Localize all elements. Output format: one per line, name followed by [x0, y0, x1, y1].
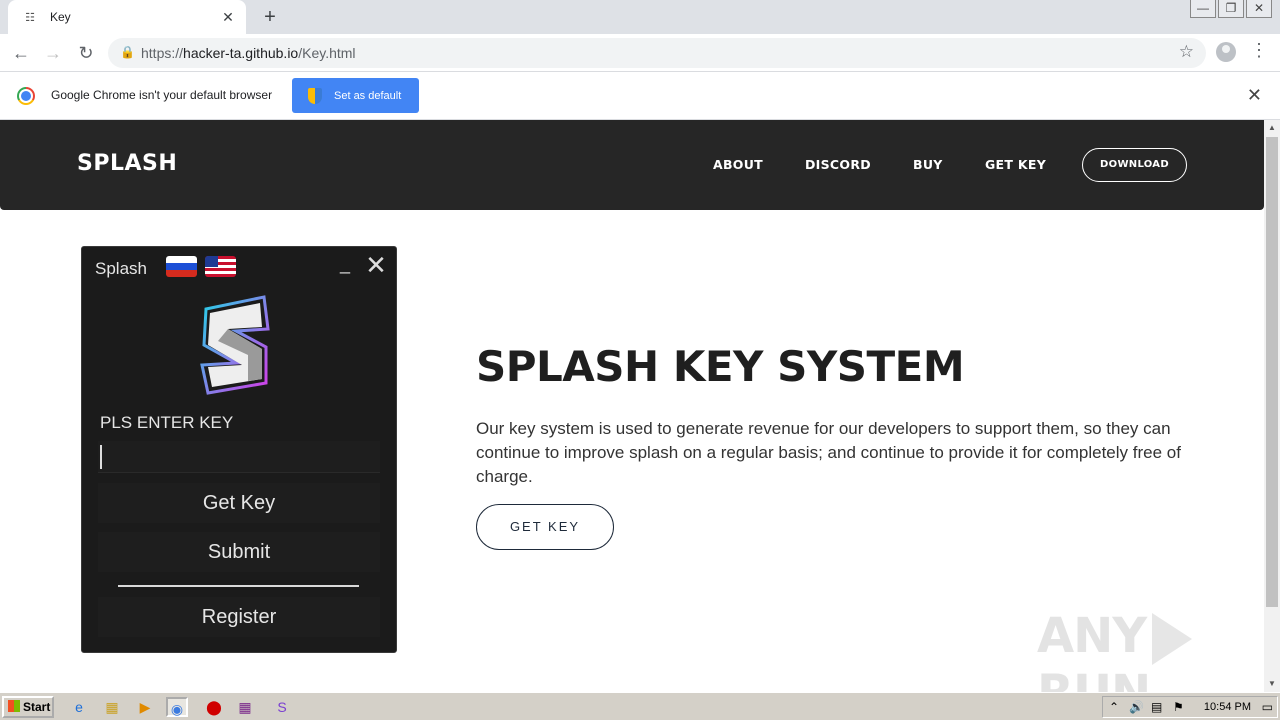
hero-description: Our key system is used to generate reven…	[476, 419, 1181, 486]
app-title: Splash	[95, 259, 147, 278]
archiver-icon[interactable]: ▦	[234, 697, 256, 717]
lock-icon: 🔒	[120, 45, 135, 59]
infobar-close-icon[interactable]: ✕	[1247, 85, 1262, 106]
play-icon	[1152, 613, 1193, 665]
set-as-default-label: Set as default	[334, 89, 402, 102]
restore-window-icon[interactable]: ❐	[1218, 0, 1244, 18]
minimize-window-icon[interactable]: —	[1190, 0, 1216, 18]
file-explorer-icon[interactable]: ▦	[101, 697, 123, 717]
bookmark-star-icon[interactable]: ☆	[1179, 42, 1194, 62]
forward-icon[interactable]: →	[40, 40, 66, 66]
back-icon[interactable]: ←	[8, 40, 34, 66]
uac-shield-icon	[308, 87, 322, 104]
app-submit-button[interactable]: Submit	[98, 532, 380, 572]
windows-taskbar: Start e ▦ ▶ ◉ ⬤ ▦ S ⌃ 🔊 ▤ ⚑ 10:54 PM ▭	[0, 692, 1280, 720]
network-icon[interactable]: ▤	[1151, 700, 1162, 714]
page-favicon-icon: ☷	[25, 11, 35, 24]
nav-about[interactable]: ABOUT	[713, 157, 763, 172]
taskbar-clock[interactable]: 10:54 PM	[1204, 701, 1251, 713]
tray-expand-icon[interactable]: ⌃	[1109, 700, 1119, 714]
scroll-thumb[interactable]	[1266, 137, 1278, 607]
nav-discord[interactable]: DISCORD	[805, 157, 871, 172]
system-tray: ⌃ 🔊 ▤ ⚑ 10:54 PM ▭	[1102, 696, 1278, 718]
watermark-left-text: ANY	[1037, 608, 1147, 664]
opera-icon[interactable]: ⬤	[203, 697, 225, 717]
infobar-message: Google Chrome isn't your default browser	[51, 88, 273, 102]
browser-toolbar: ← → ↻ 🔒 https://hacker-ta.github.io/Key.…	[0, 34, 1280, 72]
window-controls: — ❐ ✕	[1188, 0, 1272, 18]
splash-taskbar-icon[interactable]: S	[271, 697, 293, 717]
scroll-up-icon[interactable]: ▲	[1264, 120, 1280, 136]
tab-title: Key	[50, 10, 71, 24]
action-center-flag-icon[interactable]: ⚑	[1173, 700, 1184, 714]
windows-logo-icon	[8, 700, 20, 712]
page-scrollbar[interactable]: ▲ ▼	[1264, 120, 1280, 692]
new-tab-icon[interactable]: +	[258, 5, 282, 29]
profile-avatar-icon[interactable]	[1216, 42, 1236, 62]
media-player-icon[interactable]: ▶	[134, 697, 156, 717]
hero-title: SPLASH KEY SYSTEM	[476, 342, 965, 391]
scroll-down-icon[interactable]: ▼	[1264, 676, 1280, 692]
start-button[interactable]: Start	[2, 696, 54, 718]
app-get-key-button[interactable]: Get Key	[98, 483, 380, 523]
tab-close-icon[interactable]: ✕	[220, 9, 236, 26]
app-close-icon[interactable]: ✕	[364, 252, 388, 278]
default-browser-infobar: Google Chrome isn't your default browser…	[0, 72, 1280, 120]
page-viewport: SPLASH ABOUT DISCORD BUY GET KEY DOWNLOA…	[0, 120, 1264, 692]
app-divider	[118, 585, 359, 587]
anyrun-watermark: ANYRUN	[1037, 608, 1264, 692]
splash-s-logo-icon	[200, 295, 270, 395]
chrome-taskbar-icon[interactable]: ◉	[166, 697, 188, 717]
key-input[interactable]	[98, 441, 380, 473]
app-minimize-icon[interactable]: _	[334, 255, 356, 277]
browser-menu-icon[interactable]: ⋮	[1250, 40, 1268, 61]
tab-key[interactable]: ☷ Key ✕	[8, 0, 246, 34]
site-navbar: SPLASH ABOUT DISCORD BUY GET KEY DOWNLOA…	[0, 120, 1264, 210]
russian-flag-icon[interactable]	[166, 256, 197, 277]
show-desktop-icon[interactable]: ▭	[1262, 700, 1273, 714]
download-button[interactable]: DOWNLOAD	[1082, 148, 1187, 182]
address-bar[interactable]: 🔒 https://hacker-ta.github.io/Key.html ☆	[108, 38, 1206, 68]
hero-get-key-button[interactable]: GET KEY	[476, 504, 614, 550]
us-flag-icon[interactable]	[205, 256, 236, 277]
url-text: https://hacker-ta.github.io/Key.html	[141, 45, 356, 61]
volume-icon[interactable]: 🔊	[1129, 700, 1144, 714]
nav-get-key[interactable]: GET KEY	[985, 157, 1046, 172]
set-as-default-button[interactable]: Set as default	[292, 78, 419, 113]
reload-icon[interactable]: ↻	[73, 40, 99, 66]
close-window-icon[interactable]: ✕	[1246, 0, 1272, 18]
app-register-button[interactable]: Register	[98, 597, 380, 637]
splash-app-window: Splash _ ✕ PLS ENTER KEY Get Key Submit …	[81, 246, 397, 653]
chrome-logo-icon	[17, 87, 35, 105]
watermark-right-text: RUN	[1037, 665, 1151, 692]
nav-buy[interactable]: BUY	[913, 157, 943, 172]
key-prompt-label: PLS ENTER KEY	[100, 413, 234, 432]
site-brand[interactable]: SPLASH	[77, 151, 177, 176]
internet-explorer-icon[interactable]: e	[68, 697, 90, 717]
tab-strip: ☷ Key ✕ + — ❐ ✕	[0, 0, 1280, 34]
